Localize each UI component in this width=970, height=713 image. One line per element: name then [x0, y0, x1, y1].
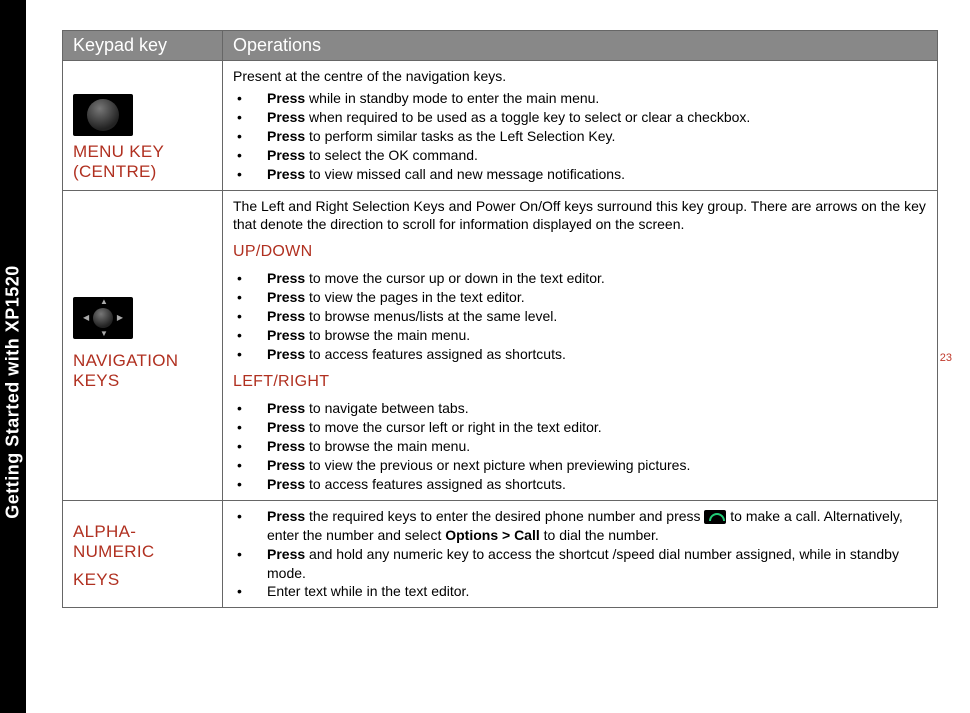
- header-operations: Operations: [223, 31, 938, 61]
- keyname-nav: NAVIGATION KEYS: [73, 351, 212, 391]
- navigation-key-icon: ▲ ▼ ◀ ▶: [73, 297, 133, 339]
- list-item: Press to navigate between tabs.: [233, 399, 927, 418]
- list-item: Press to view the pages in the text edit…: [233, 288, 927, 307]
- sidebar-label: Getting Started with XP1520: [3, 265, 24, 519]
- list-item: Press to select the OK command.: [233, 146, 927, 165]
- list-item: Press when required to be used as a togg…: [233, 108, 927, 127]
- subhead-leftright: LEFT/RIGHT: [233, 373, 927, 391]
- content-area: Keypad key Operations MENU KEY (CENTRE) …: [62, 30, 938, 608]
- list-item: Press to browse menus/lists at the same …: [233, 307, 927, 326]
- menu-key-icon: [73, 94, 133, 136]
- list-item: Press to browse the main menu.: [233, 326, 927, 345]
- ops-alpha: Press the required keys to enter the des…: [223, 500, 938, 607]
- keyname-alpha2: KEYS: [73, 570, 212, 590]
- list-item: Press to browse the main menu.: [233, 437, 927, 456]
- sidebar: Getting Started with XP1520: [0, 0, 26, 713]
- keycol-alpha: ALPHA-NUMERIC KEYS: [63, 500, 223, 607]
- alpha-list: Press the required keys to enter the des…: [233, 507, 927, 601]
- list-item: Press to perform similar tasks as the Le…: [233, 127, 927, 146]
- keycol-menu: MENU KEY (CENTRE): [63, 61, 223, 191]
- keyname-alpha1: ALPHA-NUMERIC: [73, 522, 212, 562]
- table-row: ALPHA-NUMERIC KEYS Press the required ke…: [63, 500, 938, 607]
- list-item: Press the required keys to enter the des…: [233, 507, 927, 545]
- table-row: MENU KEY (CENTRE) Present at the centre …: [63, 61, 938, 191]
- ops-menu: Present at the centre of the navigation …: [223, 61, 938, 191]
- nav-desc: The Left and Right Selection Keys and Po…: [233, 197, 927, 233]
- list-item: Press to access features assigned as sho…: [233, 475, 927, 494]
- page-number: 23: [940, 352, 952, 364]
- keypad-table: Keypad key Operations MENU KEY (CENTRE) …: [62, 30, 938, 608]
- table-header-row: Keypad key Operations: [63, 31, 938, 61]
- keycol-nav: ▲ ▼ ◀ ▶ NAVIGATION KEYS: [63, 190, 223, 500]
- list-item: Press to move the cursor up or down in t…: [233, 269, 927, 288]
- menu-list: Press while in standby mode to enter the…: [233, 89, 927, 183]
- list-item: Press and hold any numeric key to access…: [233, 545, 927, 583]
- list-item: Press to move the cursor left or right i…: [233, 418, 927, 437]
- list-item: Press to view the previous or next pictu…: [233, 456, 927, 475]
- keyname-menu: MENU KEY (CENTRE): [73, 142, 212, 182]
- updown-list: Press to move the cursor up or down in t…: [233, 269, 927, 363]
- leftright-list: Press to navigate between tabs. Press to…: [233, 399, 927, 493]
- list-item: Press to access features assigned as sho…: [233, 345, 927, 364]
- subhead-updown: UP/DOWN: [233, 243, 927, 261]
- menu-desc: Present at the centre of the navigation …: [233, 67, 927, 85]
- table-row: ▲ ▼ ◀ ▶ NAVIGATION KEYS The Left and Rig…: [63, 190, 938, 500]
- call-key-icon: [704, 510, 726, 524]
- list-item: Press to view missed call and new messag…: [233, 165, 927, 184]
- list-item: Press while in standby mode to enter the…: [233, 89, 927, 108]
- header-keypad-key: Keypad key: [63, 31, 223, 61]
- ops-nav: The Left and Right Selection Keys and Po…: [223, 190, 938, 500]
- list-item: Enter text while in the text editor.: [233, 582, 927, 601]
